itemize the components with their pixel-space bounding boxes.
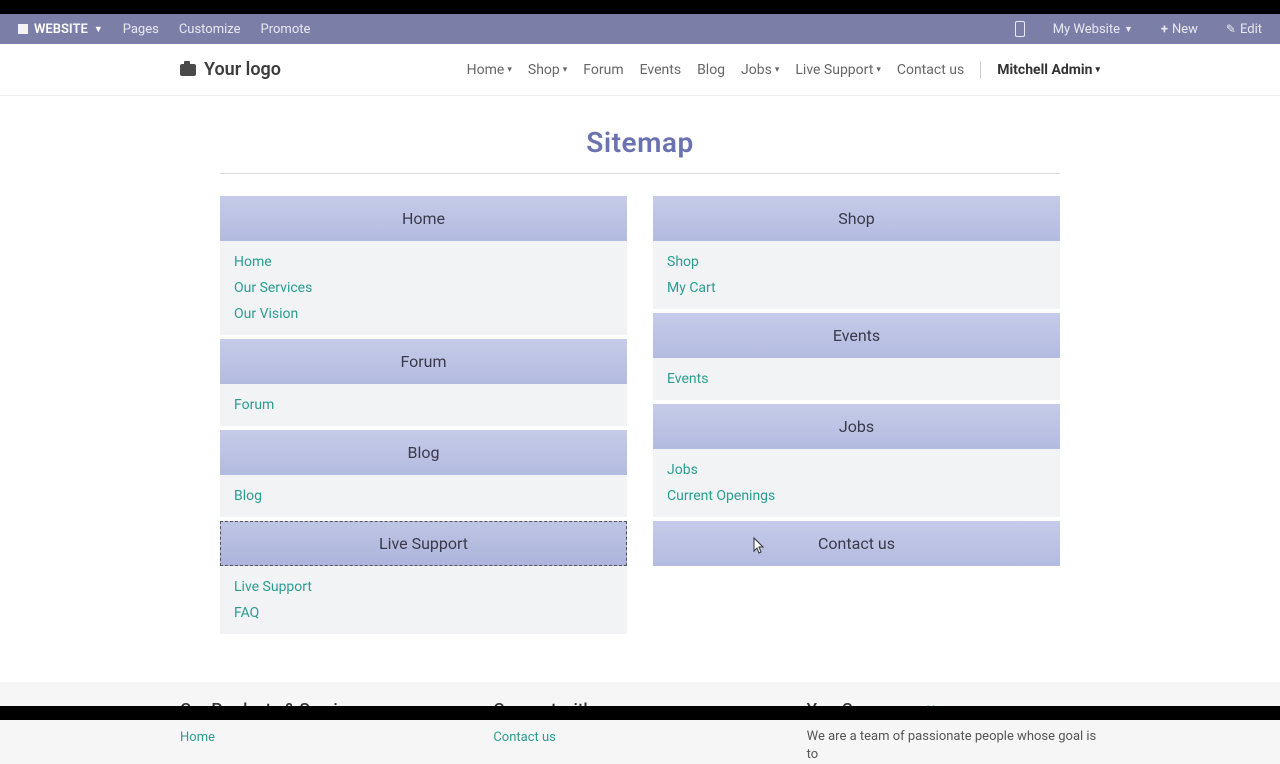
section-link[interactable]: Forum	[234, 392, 613, 418]
section-body: JobsCurrent Openings	[653, 449, 1060, 517]
section-body: HomeOur ServicesOur Vision	[220, 241, 627, 335]
website-menu[interactable]: WEBSITE ▼	[10, 18, 111, 41]
section-body: Events	[653, 358, 1060, 400]
chevron-down-icon: ▾	[876, 65, 881, 75]
section-link[interactable]: Live Support	[234, 574, 613, 600]
section-header[interactable]: Contact us	[653, 521, 1060, 566]
section-link[interactable]: Our Vision	[234, 301, 613, 327]
sitemap-section: JobsJobsCurrent Openings	[653, 404, 1060, 517]
plus-icon: +	[1161, 22, 1168, 37]
section-link[interactable]: Our Services	[234, 275, 613, 301]
nav-shop[interactable]: Shop ▾	[528, 62, 567, 78]
footer: Our Products & Services Home Connect wit…	[0, 682, 1280, 764]
section-header[interactable]: Forum	[220, 339, 627, 384]
section-link[interactable]: Home	[234, 249, 613, 275]
sitemap-section: Live SupportLive SupportFAQ	[220, 521, 627, 634]
site-navbar: Your logo Home ▾ Shop ▾ Forum Events Blo…	[0, 44, 1280, 96]
title-divider	[220, 173, 1060, 174]
logo[interactable]: Your logo	[180, 59, 281, 80]
section-link[interactable]: FAQ	[234, 600, 613, 626]
page-title: Sitemap	[220, 126, 1060, 159]
mobile-preview-button[interactable]	[1007, 17, 1033, 41]
chevron-down-icon: ▼	[1124, 24, 1133, 35]
topbar-customize[interactable]: Customize	[171, 18, 249, 41]
nav-contact-us[interactable]: Contact us	[897, 62, 964, 78]
sitemap-section: Events Events	[653, 313, 1060, 400]
section-body: Forum	[220, 384, 627, 426]
my-website-dropdown[interactable]: My Website ▼	[1045, 18, 1141, 41]
topbar-pages[interactable]: Pages	[115, 18, 167, 41]
section-link[interactable]: Shop	[667, 249, 1046, 275]
chevron-down-icon: ▾	[1095, 65, 1100, 75]
section-header[interactable]: Live Support	[220, 521, 627, 566]
nav-home[interactable]: Home ▾	[467, 62, 512, 78]
pencil-icon: ✎	[1226, 22, 1236, 36]
section-link[interactable]: My Cart	[667, 275, 1046, 301]
section-body: Live SupportFAQ	[220, 566, 627, 634]
sitemap-section: Forum Forum	[220, 339, 627, 426]
nav-divider	[980, 61, 981, 79]
section-header[interactable]: Jobs	[653, 404, 1060, 449]
section-link[interactable]: Jobs	[667, 457, 1046, 483]
section-link[interactable]: Events	[667, 366, 1046, 392]
sitemap-grid: HomeHomeOur ServicesOur VisionForumForum…	[220, 196, 1060, 638]
camera-icon	[180, 64, 196, 76]
chevron-down-icon: ▼	[94, 24, 103, 35]
section-link[interactable]: Current Openings	[667, 483, 1046, 509]
section-body: Blog	[220, 475, 627, 517]
nav-events[interactable]: Events	[640, 62, 681, 78]
nav-live-support[interactable]: Live Support ▾	[795, 62, 880, 78]
sitemap-section: HomeHomeOur ServicesOur Vision	[220, 196, 627, 335]
topbar-promote[interactable]: Promote	[253, 18, 319, 41]
nav-admin-dropdown[interactable]: Mitchell Admin ▾	[997, 62, 1100, 78]
edit-button[interactable]: ✎ Edit	[1218, 18, 1270, 41]
sitemap-section: Blog Blog	[220, 430, 627, 517]
new-button[interactable]: + New	[1153, 18, 1206, 41]
letterbox-top	[0, 0, 1280, 14]
section-header[interactable]: Events	[653, 313, 1060, 358]
section-body: ShopMy Cart	[653, 241, 1060, 309]
phone-icon	[1015, 21, 1025, 37]
section-header[interactable]: Shop	[653, 196, 1060, 241]
footer-link-contact[interactable]: Contact us	[493, 730, 786, 745]
nav-forum[interactable]: Forum	[583, 62, 623, 78]
section-header[interactable]: Home	[220, 196, 627, 241]
footer-link-home[interactable]: Home	[180, 730, 473, 745]
chevron-down-icon: ▾	[563, 65, 568, 75]
sitemap-section: Contact us	[653, 521, 1060, 566]
company-description: We are a team of passionate people whose…	[807, 728, 1100, 764]
grid-icon	[18, 24, 28, 34]
section-link[interactable]: Blog	[234, 483, 613, 509]
section-header[interactable]: Blog	[220, 430, 627, 475]
admin-topbar: WEBSITE ▼ Pages Customize Promote My Web…	[0, 14, 1280, 44]
letterbox-bottom	[0, 706, 1280, 720]
nav-jobs[interactable]: Jobs ▾	[741, 62, 779, 78]
page-content: Sitemap HomeHomeOur ServicesOur VisionFo…	[0, 96, 1280, 658]
chevron-down-icon: ▾	[775, 65, 780, 75]
sitemap-section: ShopShopMy Cart	[653, 196, 1060, 309]
chevron-down-icon: ▾	[507, 65, 512, 75]
nav-blog[interactable]: Blog	[697, 62, 725, 78]
